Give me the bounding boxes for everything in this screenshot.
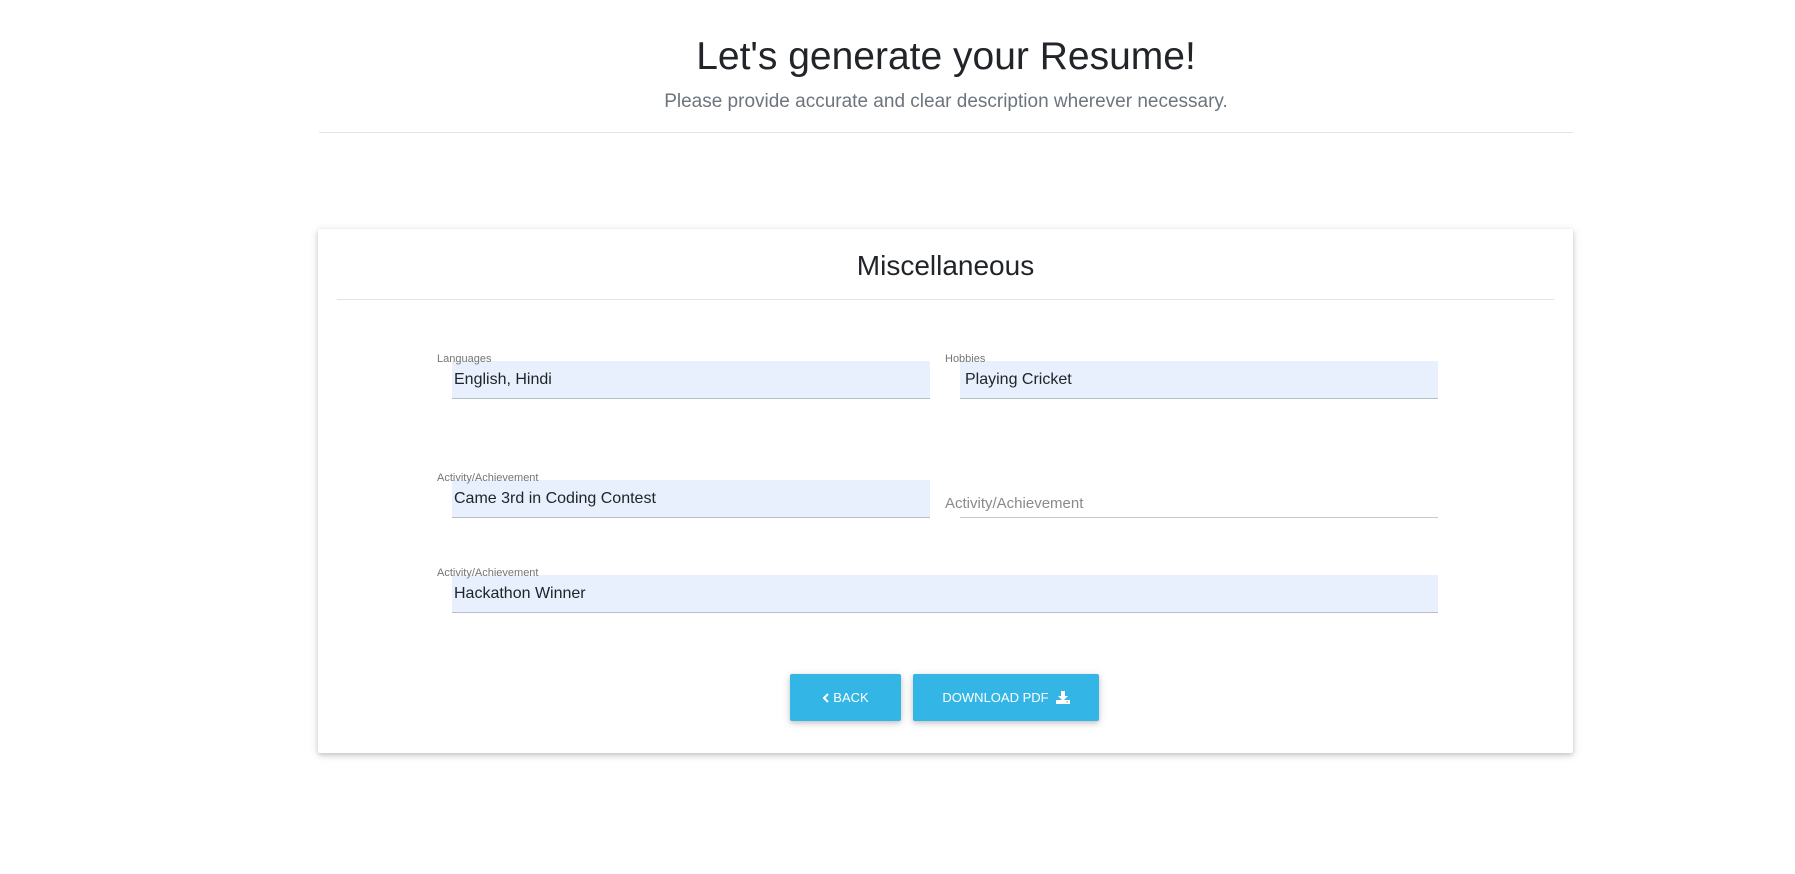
activity-label-1: Activity/Achievement [437, 472, 539, 484]
languages-label: Languages [437, 353, 492, 365]
hobbies-label: Hobbies [945, 353, 986, 365]
languages-input[interactable] [452, 361, 930, 399]
activity-label-2: Activity/Achievement [945, 495, 1084, 512]
card-title: Miscellaneous [337, 229, 1554, 300]
page-subtitle: Please provide accurate and clear descri… [664, 91, 1228, 112]
miscellaneous-card: Miscellaneous Languages Hobbies Activity… [318, 229, 1573, 753]
page-title: Let's generate your Resume! [696, 35, 1196, 78]
page-header: Let's generate your Resume! Please provi… [319, 0, 1573, 133]
activity-label-3: Activity/Achievement [437, 567, 539, 579]
chevron-left-icon [822, 692, 830, 703]
download-icon [1055, 691, 1070, 704]
activity-field-2: Activity/Achievement [945, 480, 1438, 518]
languages-field: Languages [437, 353, 930, 399]
activity-input-1[interactable] [452, 480, 930, 518]
hobbies-field: Hobbies [945, 353, 1438, 399]
hobbies-input[interactable] [960, 361, 1438, 399]
download-pdf-button-label: Download PDF [942, 690, 1049, 705]
back-button-label: Back [833, 690, 869, 705]
back-button[interactable]: Back [790, 674, 901, 721]
activity-field-3: Activity/Achievement [437, 567, 1438, 613]
activity-input-3[interactable] [452, 575, 1438, 613]
activity-field-1: Activity/Achievement [437, 472, 930, 518]
download-pdf-button[interactable]: Download PDF [913, 674, 1099, 721]
